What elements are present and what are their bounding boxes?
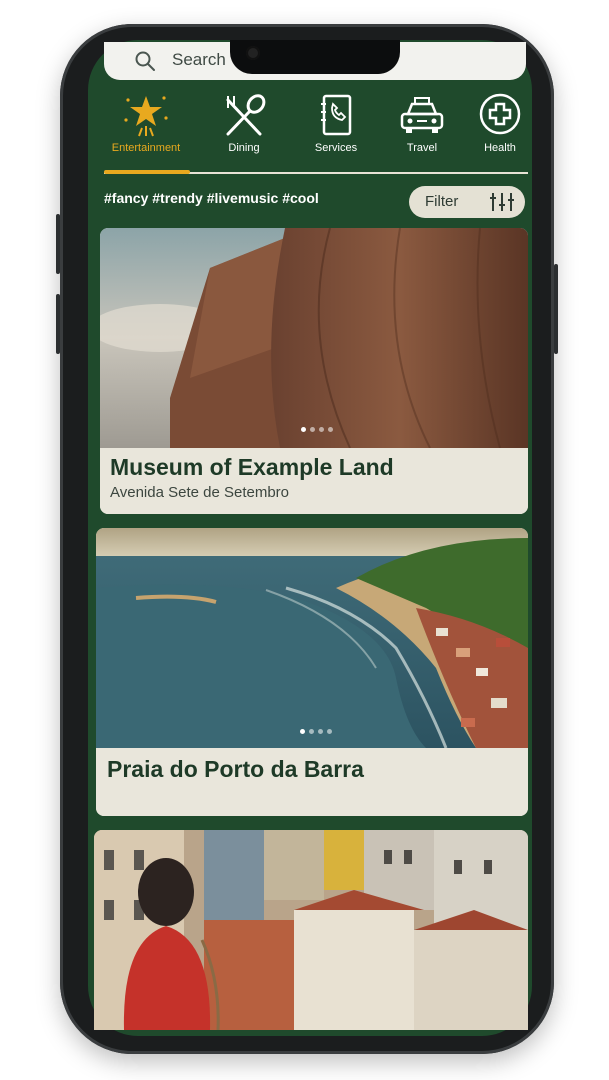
category-nav: Entertainment Dining Services Travel Hea…: [104, 92, 526, 176]
carousel-dot[interactable]: [327, 729, 332, 734]
place-card[interactable]: Praia do Porto da Barra: [96, 528, 528, 816]
search-icon: [135, 51, 155, 71]
car-icon: [400, 97, 444, 133]
category-health[interactable]: Health: [458, 92, 542, 168]
sliders-icon: [490, 193, 514, 211]
volume-down-button: [56, 294, 60, 354]
hashtag-list[interactable]: #fancy #trendy #livemusic #cool: [104, 190, 319, 206]
card-info: Museum of Example Land Avenida Sete de S…: [100, 448, 528, 514]
card-info: Praia do Porto da Barra: [96, 748, 528, 816]
carousel-dot[interactable]: [309, 729, 314, 734]
phone-book-icon: [321, 94, 352, 136]
category-services[interactable]: Services: [294, 92, 378, 168]
front-camera: [246, 46, 260, 60]
carousel-dot[interactable]: [318, 729, 323, 734]
category-label: Services: [314, 142, 358, 154]
plus-circle-icon: [479, 93, 521, 135]
carousel-dot[interactable]: [300, 729, 305, 734]
place-photo: [94, 830, 528, 1030]
place-title: Museum of Example Land: [110, 454, 394, 480]
carousel-dot[interactable]: [310, 427, 315, 432]
category-label: Health: [484, 142, 516, 154]
place-photo: [100, 228, 528, 448]
place-address: Avenida Sete de Setembro: [110, 484, 290, 501]
carousel-dots[interactable]: [300, 729, 332, 734]
place-title: Praia do Porto da Barra: [107, 756, 364, 782]
filter-button[interactable]: Filter: [409, 186, 525, 218]
power-button: [554, 264, 558, 354]
category-label: Entertainment: [111, 142, 181, 154]
category-dining[interactable]: Dining: [202, 92, 286, 168]
carousel-dot[interactable]: [301, 427, 306, 432]
category-label: Travel: [406, 142, 438, 154]
category-active-indicator: [104, 170, 190, 174]
volume-up-button: [56, 214, 60, 274]
category-label: Dining: [228, 142, 260, 154]
category-entertainment[interactable]: Entertainment: [104, 92, 188, 168]
carousel-dot[interactable]: [319, 427, 324, 432]
filter-label: Filter: [425, 193, 459, 210]
carousel-dot[interactable]: [328, 427, 333, 432]
fork-spoon-icon: [226, 94, 266, 136]
place-card[interactable]: Museum of Example Land Avenida Sete de S…: [100, 228, 528, 514]
carousel-dots[interactable]: [301, 427, 333, 432]
place-card[interactable]: [94, 830, 528, 1030]
search-input[interactable]: Search: [172, 50, 226, 70]
place-photo: [96, 528, 528, 748]
star-sparkle-icon: [124, 96, 168, 137]
category-travel[interactable]: Travel: [380, 92, 464, 168]
